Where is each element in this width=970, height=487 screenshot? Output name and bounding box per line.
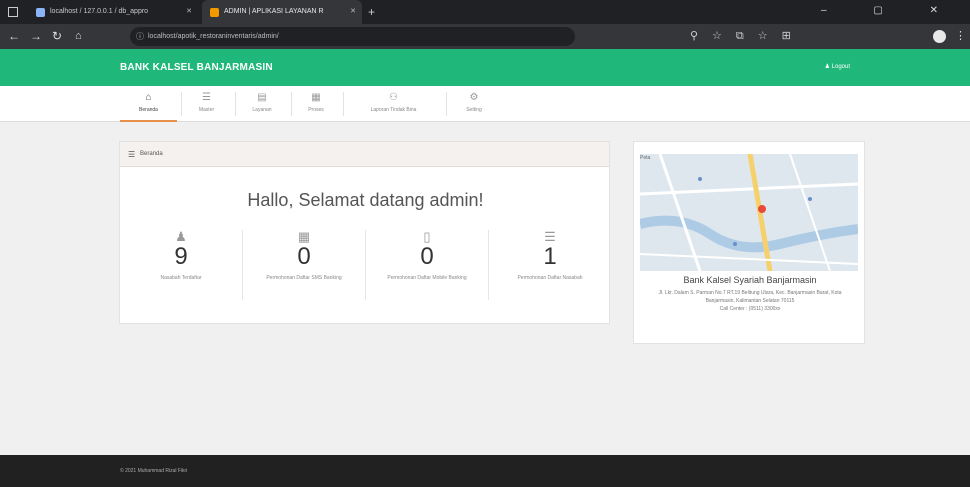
logout-label: Logout (831, 64, 850, 70)
map-graphic (640, 154, 858, 271)
site-info-icon[interactable]: ⓘ (136, 27, 144, 46)
url-text: localhost/apotik_restoraninventaris/admi… (148, 33, 279, 40)
user-icon: ♟ (175, 229, 187, 244)
app-header: BANK KALSEL BANJARMASIN ♟ Logout (0, 49, 970, 86)
stat-value: 0 (297, 243, 311, 270)
browser-tab-bar: localhost / 127.0.0.1 / db_appro ✕ ADMIN… (0, 0, 970, 24)
browser-tab-phpmyadmin[interactable]: localhost / 127.0.0.1 / db_appro ✕ (28, 0, 198, 24)
stat-label: Permohonan Daftar SMS Banking (266, 275, 342, 281)
stat-label: Permohonan Daftar Mobile Banking (387, 275, 467, 281)
welcome-greeting: Hallo, Selamat datang admin! (247, 190, 484, 210)
menu-label: Layanan (252, 107, 272, 113)
tab-favicon (210, 8, 219, 17)
users-icon: ⚇ (389, 92, 398, 103)
menu-divider (446, 92, 447, 116)
logout-link[interactable]: ♟ Logout (825, 49, 850, 86)
footer-text: © 2021 Muhammad Rizal Fikri (120, 468, 188, 474)
back-icon[interactable]: ← (8, 24, 20, 49)
tab-title: localhost / 127.0.0.1 / db_appro (50, 8, 149, 15)
forward-icon[interactable]: → (30, 24, 42, 49)
profile-avatar[interactable] (933, 30, 946, 43)
gear-icon: ⚙ (469, 92, 479, 103)
menu-label: Proses (308, 107, 324, 113)
list-icon: ☰ (128, 150, 136, 159)
stat-label: Nasabah Terdaftar (160, 275, 202, 281)
brand-title: BANK KALSEL BANJARMASIN (120, 62, 273, 73)
dashboard-panel: ☰ Beranda Hallo, Selamat datang admin! ♟… (119, 141, 610, 324)
home-page-icon[interactable]: ⌂ (75, 24, 82, 49)
main-menu: ⌂ Beranda ☰ Master ▤ Layanan ▦ Proses ⚇ … (0, 86, 970, 122)
menu-divider (235, 92, 236, 116)
menu-item-laporan[interactable]: ⚇ Laporan Tindak Bina (345, 86, 442, 122)
browser-tab-admin[interactable]: ADMIN | APLIKASI LAYANAN R ✕ (202, 0, 362, 24)
menu-item-layanan[interactable]: ▤ Layanan (237, 86, 287, 122)
browser-menu-icon[interactable]: ⋮ (955, 24, 966, 49)
user-icon: ♟ (824, 64, 830, 70)
reload-icon[interactable]: ↻ (52, 24, 62, 49)
list-icon: ☰ (544, 229, 556, 244)
menu-label: Master (198, 107, 215, 113)
window-controls[interactable]: – ▢ ✕ (821, 0, 960, 22)
phone-text: Call Center : (0511) 3300xx (719, 306, 781, 312)
menu-label: Laporan Tindak Bina (370, 107, 417, 113)
location-card: Peta Bank Kalsel Syariah Banjarmasin Jl.… (633, 141, 865, 344)
url-input[interactable]: ⓘ localhost/apotik_restoraninventaris/ad… (130, 27, 575, 46)
calendar-icon: ▤ (257, 92, 267, 103)
building-icon: ▦ (297, 229, 311, 244)
list-icon: ☰ (202, 92, 211, 103)
map-label: Peta (640, 155, 651, 161)
browser-extension-icons[interactable]: ⚲☆⧉☆⊞ (690, 24, 805, 49)
tab-title: ADMIN | APLIKASI LAYANAN R (224, 8, 324, 15)
menu-divider (181, 92, 182, 116)
menu-item-beranda[interactable]: ⌂ Beranda (120, 86, 177, 122)
menu-item-proses[interactable]: ▦ Proses (293, 86, 339, 122)
panel-title: Beranda (140, 151, 163, 157)
stat-value: 1 (543, 243, 557, 270)
menu-item-setting[interactable]: ⚙ Setting (448, 86, 500, 122)
table-icon: ▦ (311, 92, 321, 103)
map-embed[interactable] (640, 154, 858, 271)
menu-divider (343, 92, 344, 116)
new-tab-button[interactable]: + (368, 0, 375, 24)
address-text: Jl. Lkr. Dalam S. Parman No.7 RT.19 Beli… (658, 290, 842, 304)
menu-item-master[interactable]: ☰ Master (183, 86, 230, 122)
close-icon[interactable]: ✕ (186, 0, 192, 24)
stat-value: 0 (420, 243, 434, 270)
window-menu-icon[interactable] (8, 7, 18, 17)
tab-favicon (36, 8, 45, 17)
stat-nasabah-terdaftar: ♟ 9 Nasabah Terdaftar (120, 230, 242, 308)
bank-name: Bank Kalsel Syariah Banjarmasin (683, 275, 817, 285)
menu-label: Setting (466, 107, 482, 113)
bank-address: Jl. Lkr. Dalam S. Parman No.7 RT.19 Beli… (644, 289, 856, 313)
home-icon: ⌂ (145, 92, 152, 103)
stat-sms-banking: ▦ 0 Permohonan Daftar SMS Banking (243, 230, 365, 308)
menu-label: Beranda (139, 107, 158, 113)
stat-label: Permohonan Daftar Nasabah (517, 275, 583, 281)
stat-mobile-banking: ▯ 0 Permohonan Daftar Mobile Banking (366, 230, 488, 308)
browser-toolbar: ← → ↻ ⌂ ⓘ localhost/apotik_restoraninven… (0, 24, 970, 49)
menu-divider (291, 92, 292, 116)
close-icon[interactable]: ✕ (350, 0, 356, 24)
panel-header: ☰ Beranda (120, 142, 609, 167)
stat-daftar-nasabah: ☰ 1 Permohonan Daftar Nasabah (489, 230, 611, 308)
mobile-icon: ▯ (423, 229, 431, 244)
stat-value: 9 (174, 243, 188, 270)
page-footer: © 2021 Muhammad Rizal Fikri (0, 455, 970, 487)
